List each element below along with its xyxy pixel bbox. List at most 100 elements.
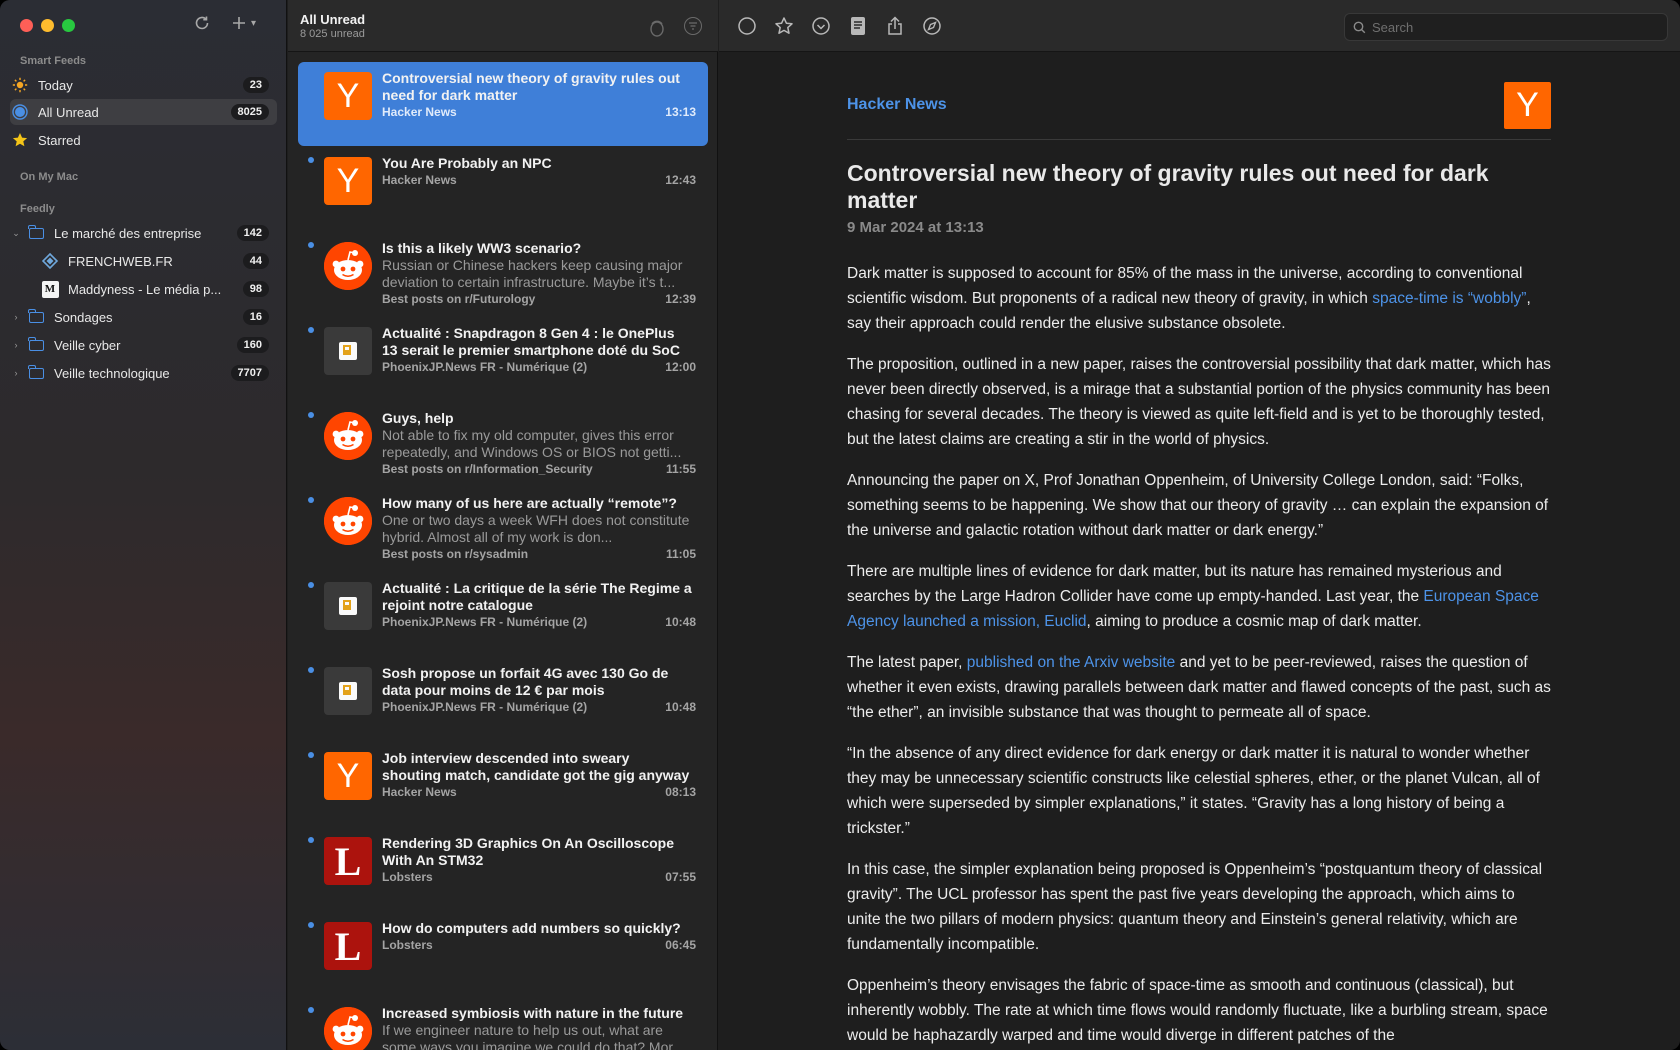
search-icon bbox=[1353, 21, 1366, 33]
section-on-my-mac[interactable]: On My Mac bbox=[20, 171, 78, 183]
frenchweb-logo-icon bbox=[40, 253, 60, 269]
article-time: 11:55 bbox=[665, 462, 696, 476]
list-header: All Unread 8 025 unread bbox=[288, 0, 718, 52]
sun-icon bbox=[10, 77, 30, 93]
sidebar-folder-marche[interactable]: ⌄ Le marché des entreprise 142 bbox=[10, 220, 277, 246]
sidebar-folder-sondages[interactable]: › Sondages 16 bbox=[10, 304, 277, 330]
article-row[interactable]: How many of us here are actually “remote… bbox=[298, 487, 708, 571]
mark-unread-button[interactable] bbox=[737, 16, 757, 36]
unread-count-badge: 16 bbox=[242, 309, 269, 325]
folder-icon bbox=[26, 336, 46, 353]
sidebar-toolbar: ▾ bbox=[193, 14, 256, 32]
open-in-browser-button[interactable] bbox=[922, 16, 942, 36]
article-time: 11:05 bbox=[665, 547, 696, 561]
list-title: All Unread bbox=[300, 12, 366, 27]
list-header-tools bbox=[648, 17, 702, 42]
hacker-news-logo: Y bbox=[1504, 82, 1551, 129]
sidebar-folder-veille-technologique[interactable]: › Veille technologique 7707 bbox=[10, 360, 277, 386]
article-title[interactable]: Controversial new theory of gravity rule… bbox=[847, 160, 1527, 214]
sidebar-item-label: Maddyness - Le média p... bbox=[68, 281, 222, 297]
article-time: 12:39 bbox=[665, 292, 696, 306]
link-arxiv[interactable]: published on the Arxiv website bbox=[967, 654, 1176, 671]
refresh-button[interactable] bbox=[193, 14, 211, 32]
link-wobbly[interactable]: space-time is “wobbly” bbox=[1372, 290, 1526, 307]
article-source: Best posts on r/sysadmin bbox=[382, 547, 529, 561]
chevron-right-icon[interactable]: › bbox=[10, 368, 22, 378]
mark-all-read-button[interactable] bbox=[648, 17, 666, 42]
article-title: You Are Probably an NPC bbox=[382, 155, 552, 171]
article-row[interactable]: L Rendering 3D Graphics On An Oscilloscop… bbox=[298, 827, 708, 911]
article-row[interactable]: Sosh propose un forfait 4G avec 130 Go d… bbox=[298, 657, 708, 741]
article-row[interactable]: Y You Are Probably an NPC Hacker News 12:43 bbox=[298, 147, 708, 231]
article-body: Dark matter is supposed to account for 8… bbox=[847, 261, 1551, 1050]
unread-dot-icon bbox=[308, 497, 314, 503]
sidebar-item-label: Veille cyber bbox=[54, 337, 121, 353]
zoom-window-button[interactable] bbox=[62, 19, 75, 32]
filter-button[interactable] bbox=[684, 17, 702, 35]
chevron-right-icon[interactable]: › bbox=[10, 340, 22, 350]
chevron-down-icon: ▾ bbox=[251, 17, 257, 29]
star-button[interactable] bbox=[774, 16, 794, 36]
reddit-logo-icon bbox=[324, 242, 372, 290]
article-title: Controversial new theory of gravity rule… bbox=[382, 70, 680, 103]
sidebar-item-starred[interactable]: Starred bbox=[10, 127, 277, 153]
article-row[interactable]: L How do computers add numbers so quickly… bbox=[298, 912, 708, 996]
sidebar-item-today[interactable]: Today 23 bbox=[10, 72, 277, 98]
section-smart-feeds: Smart Feeds bbox=[20, 55, 87, 67]
unread-circle-icon bbox=[10, 104, 30, 120]
text: There are multiple lines of evidence for… bbox=[847, 563, 1502, 605]
unread-dot-icon bbox=[308, 412, 314, 418]
chevron-down-icon[interactable]: ⌄ bbox=[10, 228, 22, 239]
reader-view-icon bbox=[851, 17, 865, 35]
share-button[interactable] bbox=[885, 16, 905, 36]
sidebar-item-label: FRENCHWEB.FR bbox=[68, 253, 173, 269]
close-window-button[interactable] bbox=[20, 19, 33, 32]
article-row[interactable]: Y Controversial new theory of gravity rul… bbox=[298, 62, 708, 146]
article-title: Rendering 3D Graphics On An Oscilloscope… bbox=[382, 835, 674, 868]
article-excerpt: One or two days a week WFH does not cons… bbox=[382, 512, 690, 545]
section-feedly[interactable]: Feedly bbox=[20, 203, 55, 215]
next-unread-button[interactable] bbox=[811, 16, 831, 36]
sidebar-feed-frenchweb[interactable]: FRENCHWEB.FR 44 bbox=[40, 248, 277, 274]
article-row[interactable]: Is this a likely WW3 scenario? Russian or… bbox=[298, 232, 708, 316]
unread-count-badge: 23 bbox=[242, 77, 269, 93]
article-row[interactable]: Actualité : La critique de la série The … bbox=[298, 572, 708, 656]
unread-count-badge: 7707 bbox=[230, 365, 269, 381]
phoenixjp-logo-icon bbox=[324, 667, 372, 715]
article-date: 9 Mar 2024 at 13:13 bbox=[847, 219, 984, 236]
search-field[interactable] bbox=[1344, 13, 1668, 41]
mark-all-read-icon bbox=[650, 20, 664, 37]
article-title: Actualité : La critique de la série The … bbox=[382, 580, 692, 613]
unread-count-label: 8 025 unread bbox=[300, 28, 365, 40]
sidebar-item-all-unread[interactable]: All Unread 8025 bbox=[10, 99, 277, 125]
text: The latest paper, bbox=[847, 654, 967, 671]
search-input[interactable] bbox=[1372, 19, 1652, 35]
reddit-logo-icon bbox=[324, 412, 372, 460]
chevron-circle-icon bbox=[812, 17, 830, 35]
article-time: 12:00 bbox=[665, 360, 696, 374]
folder-icon bbox=[26, 364, 46, 381]
article-time: 12:43 bbox=[665, 173, 696, 187]
window-controls bbox=[20, 19, 75, 32]
article-row[interactable]: Guys, help Not able to fix my old compute… bbox=[298, 402, 708, 486]
article-source: Best posts on r/Information_Security bbox=[382, 462, 593, 476]
article-title: How do computers add numbers so quickly? bbox=[382, 920, 681, 936]
sidebar-feed-maddyness[interactable]: M Maddyness - Le média p... 98 bbox=[40, 276, 277, 302]
minimize-window-button[interactable] bbox=[41, 19, 54, 32]
sidebar: ▾ Smart Feeds Today 23 All Unread 8025 S… bbox=[0, 0, 287, 1050]
unread-count-badge: 142 bbox=[236, 225, 269, 241]
article-title: How many of us here are actually “remote… bbox=[382, 495, 677, 511]
article-row[interactable]: Increased symbiosis with nature in the f… bbox=[298, 997, 708, 1050]
chevron-right-icon[interactable]: › bbox=[10, 312, 22, 322]
add-feed-button[interactable]: ▾ bbox=[231, 15, 256, 31]
article-source-link[interactable]: Hacker News bbox=[847, 96, 947, 114]
unread-dot-icon bbox=[308, 837, 314, 843]
article-row[interactable]: Actualité : Snapdragon 8 Gen 4 : le OneP… bbox=[298, 317, 708, 401]
unread-dot-icon bbox=[308, 157, 314, 163]
article-row[interactable]: Y Job interview descended into sweary sho… bbox=[298, 742, 708, 826]
sidebar-folder-veille-cyber[interactable]: › Veille cyber 160 bbox=[10, 332, 277, 358]
article-title: Guys, help bbox=[382, 410, 454, 426]
plus-icon bbox=[233, 17, 245, 29]
sidebar-item-label: Today bbox=[38, 77, 73, 93]
reader-view-button[interactable] bbox=[848, 16, 868, 36]
